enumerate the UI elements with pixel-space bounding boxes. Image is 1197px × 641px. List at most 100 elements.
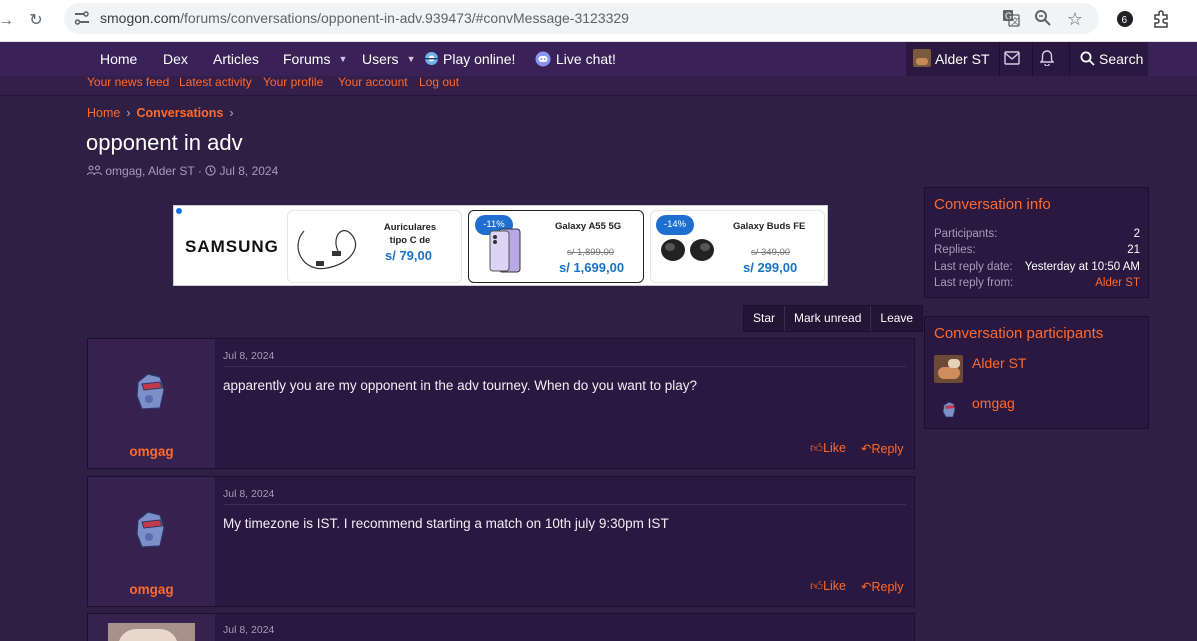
url-path: /forums/conversations/opponent-in-adv.93… [180,10,629,26]
ad-p1-name-line1: Auriculares [383,222,437,233]
participant-item[interactable]: omgag [934,395,1140,425]
extensions-puzzle-icon[interactable] [1151,10,1171,30]
message-date[interactable]: Jul 8, 2024 [223,488,274,500]
reply-button[interactable]: ↶Reply [861,441,903,456]
conversation-meta: omgag, Alder ST · Jul 8, 2024 [86,164,279,178]
avatar[interactable] [132,510,168,550]
breadcrumb-conversations[interactable]: Conversations [137,106,224,120]
avatar[interactable] [913,49,931,67]
participant-name[interactable]: Alder ST [972,355,1026,371]
info-value[interactable]: Yesterday at 10:50 AM [1025,261,1140,273]
samsung-ad-banner[interactable]: SAMSUNG Auriculares tipo C de s/ 79,00 -… [173,205,828,286]
like-label: Like [823,441,847,455]
message-user-cell: omgag [88,477,215,606]
nav-forums[interactable]: Forums ▼ [283,51,347,67]
info-value-user[interactable]: Alder ST [1095,277,1140,289]
star-button[interactable]: Star [744,306,786,331]
ad-p2-price: s/ 1,699,00 [559,260,625,275]
search-label: Search [1099,51,1144,67]
message-user-cell: omgag [88,339,215,468]
phone-image [489,228,521,273]
reload-icon[interactable]: ↻ [24,9,48,33]
meta-participants: omgag, Alder ST [105,164,195,178]
nav-users-label: Users [362,51,399,67]
ad-p3-old-price: s/ 349,00 [751,247,791,258]
forward-icon[interactable]: → [0,9,18,33]
url-text[interactable]: smogon.com/forums/conversations/opponent… [100,10,629,26]
participant-item[interactable]: Alder ST [934,355,1140,385]
message: omgag Jul 8, 2024 My timezone is IST. I … [87,476,915,607]
reply-button[interactable]: ↶Reply [861,579,903,594]
divider [223,504,906,505]
nav-users[interactable]: Users ▼ [362,51,415,67]
avatar[interactable] [934,355,963,383]
subnav-log-out[interactable]: Log out [419,75,459,89]
ad-choices-icon[interactable] [176,208,182,214]
message-user-cell [88,614,215,641]
subnav-your-profile[interactable]: Your profile [263,75,323,89]
sub-nav: Your news feed Latest activity Your prof… [0,75,1197,96]
thumbs-up-icon: 👍︎ [810,441,824,455]
nav-dex[interactable]: Dex [163,51,188,67]
message-username[interactable]: omgag [88,582,215,597]
leave-button[interactable]: Leave [871,306,922,331]
zoom-icon[interactable] [1033,9,1053,29]
message-date[interactable]: Jul 8, 2024 [223,350,274,362]
bookmark-star-icon[interactable]: ☆ [1065,9,1085,29]
message-date[interactable]: Jul 8, 2024 [223,624,274,636]
reply-icon: ↶ [861,442,872,456]
subnav-news-feed[interactable]: Your news feed [87,75,169,89]
meta-date: Jul 8, 2024 [219,164,279,178]
chevron-right-icon: › [229,106,234,120]
info-label: Last reply date: [934,261,1013,273]
nav-articles[interactable]: Articles [213,51,259,67]
mark-unread-button[interactable]: Mark unread [785,306,872,331]
subnav-your-account[interactable]: Your account [338,75,408,89]
chevron-down-icon[interactable]: ▼ [338,54,347,64]
chevron-down-icon[interactable]: ▼ [407,54,416,64]
ad-p3-name: Galaxy Buds FE [733,221,806,232]
message-body: apparently you are my opponent in the ad… [223,378,698,393]
ad-brand: SAMSUNG [185,237,279,256]
breadcrumb-home[interactable]: Home [87,106,120,120]
ad-product-galaxy-buds[interactable]: -14% Galaxy Buds FE s/ 349,00 s/ 299,00 [650,210,825,283]
info-value: 2 [1133,228,1140,240]
conversation-actions: Star Mark unread Leave [743,305,924,332]
subnav-latest-activity[interactable]: Latest activity [179,75,252,89]
nav-home[interactable]: Home [100,51,137,67]
extension-icon[interactable]: 6 [1115,10,1135,30]
ad-p3-discount: -14% [656,215,694,235]
like-button[interactable]: 👍︎Like [810,441,846,456]
avatar[interactable] [132,372,168,412]
ad-product-galaxy-a55[interactable]: -11% Galaxy A55 5G s/ 1,899,00 s/ 1,699,… [468,210,644,283]
bell-icon[interactable] [1039,50,1055,71]
inbox-icon[interactable] [1004,51,1020,70]
ad-product-earphones[interactable]: Auriculares tipo C de s/ 79,00 [287,210,462,283]
message-username[interactable]: omgag [88,444,215,459]
svg-text:文: 文 [1011,16,1019,26]
nav-live-chat[interactable]: Live chat! [535,51,616,67]
earphones-image [297,230,356,270]
address-bar[interactable]: smogon.com/forums/conversations/opponent… [64,3,1099,34]
ad-p1-price: s/ 79,00 [385,248,432,263]
avatar[interactable] [934,395,963,423]
search-button[interactable]: Search [1080,51,1143,67]
ad-p1-name-line2: tipo C de [389,235,431,246]
info-label: Replies: [934,244,976,256]
nav-play-online[interactable]: Play online! [424,51,515,67]
discord-icon [535,51,551,67]
site-settings-icon[interactable] [74,11,90,25]
breadcrumb: Home › Conversations › [87,106,240,120]
reply-label: Reply [871,442,904,456]
like-button[interactable]: 👍︎Like [810,579,846,594]
avatar[interactable] [108,623,195,641]
reply-icon: ↶ [861,580,872,594]
ad-p3-price: s/ 299,00 [743,260,798,275]
user-menu[interactable]: Alder ST [935,51,989,67]
translate-icon[interactable]: G文 [1001,9,1021,29]
nav-forums-label: Forums [283,51,331,67]
participant-name[interactable]: omgag [972,395,1015,411]
info-last-date-row: Last reply date: Yesterday at 10:50 AM [934,261,1140,273]
message-body: My timezone is IST. I recommend starting… [223,516,669,531]
browser-toolbar: → ↻ smogon.com/forums/conversations/oppo… [0,0,1197,42]
